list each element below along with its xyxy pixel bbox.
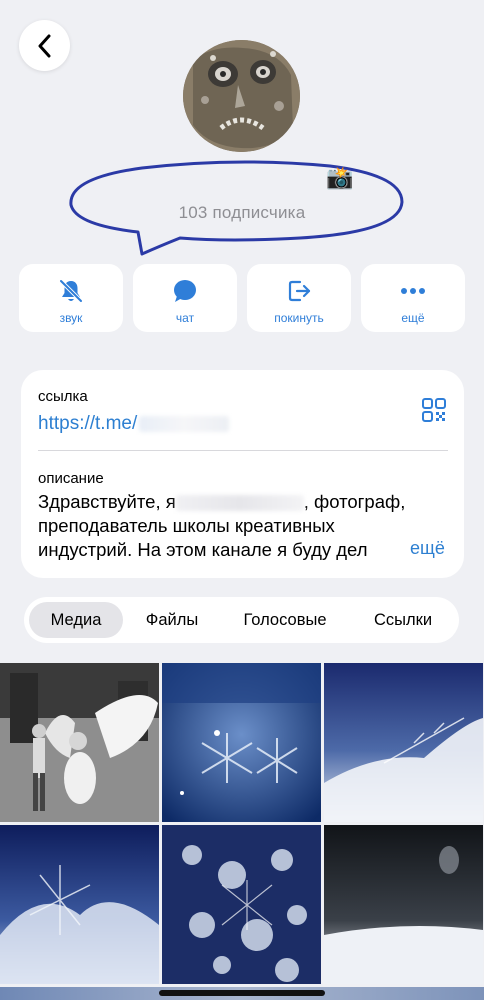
tab-voice[interactable]: Голосовые [224,602,346,638]
channel-link-row[interactable]: https://t.me/ [38,411,230,437]
media-tabs: Медиа Файлы Голосовые Ссылки [24,597,459,643]
channel-description: Здравствуйте, я , фотограф, преподаватель… [38,490,458,562]
description-line-1b: , фотограф, [303,491,406,512]
description-more-link[interactable]: ещё [406,538,445,559]
media-thumbnail-4[interactable] [0,825,159,984]
media-thumbnail-2[interactable] [162,663,321,822]
description-line-3: индустрий. На этом канале я буду дел [38,539,368,560]
back-button[interactable] [19,20,70,71]
tab-files[interactable]: Файлы [128,602,216,638]
chat-bubble-icon [174,280,196,302]
leave-button[interactable]: покинуть [247,264,351,332]
more-button[interactable]: ещё [361,264,465,332]
media-thumbnail-1[interactable] [0,663,159,822]
qr-code-icon [422,398,446,422]
chat-button[interactable]: чат [133,264,237,332]
mute-button[interactable]: звук [19,264,123,332]
media-thumbnail-5[interactable] [162,825,321,984]
redacted-text [139,416,230,432]
chevron-left-icon [38,34,50,57]
qr-code-button[interactable] [421,397,447,428]
mute-button-label: звук [59,311,83,325]
bell-slash-icon [59,279,83,303]
link-label: ссылка [38,388,88,405]
description-line-1a: Здравствуйте, я [38,491,176,512]
channel-avatar[interactable] [183,40,300,152]
home-indicator [159,990,325,996]
redacted-text [175,495,304,512]
leave-button-label: покинуть [274,311,324,325]
subscriber-count: 103 подписчика [178,203,306,222]
leave-icon [288,280,311,302]
info-divider [38,450,448,451]
description-line-2: преподаватель школы креативных [38,515,335,536]
description-label: описание [38,470,104,487]
media-thumbnail-3[interactable] [324,663,483,822]
status-emoji: 📸 [326,165,354,190]
tab-media[interactable]: Медиа [29,602,123,638]
ellipsis-icon [401,288,425,294]
media-thumbnail-6[interactable] [324,825,483,984]
channel-info-card: ссылка https://t.me/ описание Здравствуй… [21,370,464,578]
channel-link[interactable]: https://t.me/ [38,413,137,435]
more-button-label: ещё [401,311,425,325]
chat-button-label: чат [175,311,195,325]
tab-links[interactable]: Ссылки [354,602,452,638]
